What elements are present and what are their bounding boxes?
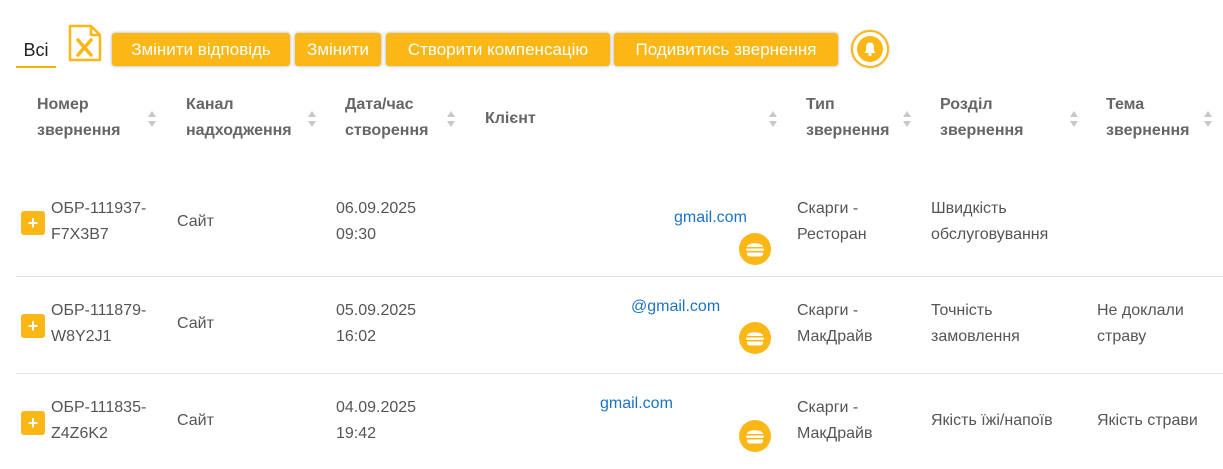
request-number: ОБР-111835- Z4Z6K2 (51, 399, 147, 442)
edit-button[interactable]: Змінити (295, 33, 381, 66)
excel-export-icon[interactable] (67, 24, 103, 62)
request-number: ОБР-111937- F7X3B7 (51, 200, 147, 243)
create-compensation-button[interactable]: Створити компенсацію (386, 33, 610, 66)
request-topic: Якість страви (1097, 412, 1198, 429)
sort-icon[interactable] (1069, 110, 1079, 128)
column-header-client[interactable]: Клієнт (485, 106, 536, 132)
request-section: Якість їжі/напоїв (931, 412, 1053, 429)
request-type: Скарги - МакДрайв (797, 399, 873, 442)
column-header-section[interactable]: Розділ звернення (940, 92, 1023, 144)
column-header-type[interactable]: Тип звернення (806, 92, 889, 144)
channel: Сайт (177, 412, 214, 429)
created-datetime: 04.09.2025 19:42 (336, 399, 417, 442)
created-datetime: 05.09.2025 16:02 (336, 302, 417, 345)
client-email[interactable]: @gmail.com (631, 297, 720, 317)
notifications-button[interactable] (851, 30, 889, 68)
row-divider (16, 373, 1223, 374)
view-request-button[interactable]: Подивитись звернення (614, 33, 838, 66)
request-number: ОБР-111879- W8Y2J1 (51, 302, 147, 345)
column-header-number[interactable]: Номер звернення (37, 92, 120, 144)
request-section: Точність замовлення (931, 302, 1020, 345)
request-topic: Не доклали страву (1097, 302, 1184, 345)
toolbar: Всі Змінити відповідь Змінити Створити к… (0, 0, 1223, 82)
created-datetime: 06.09.2025 09:30 (336, 200, 417, 243)
sort-icon[interactable] (147, 110, 157, 128)
bell-icon (857, 36, 883, 62)
burger-icon (739, 233, 771, 265)
sort-icon[interactable] (768, 110, 778, 128)
sort-icon[interactable] (1203, 110, 1213, 128)
request-section: Швидкість обслуговування (931, 200, 1049, 243)
row-divider (16, 276, 1223, 277)
client-email[interactable]: gmail.com (600, 394, 673, 414)
expand-row-button[interactable]: + (21, 314, 45, 338)
client-email[interactable]: gmail.com (674, 208, 747, 228)
expand-row-button[interactable]: + (21, 411, 45, 435)
column-header-created[interactable]: Дата/час створення (345, 92, 428, 144)
sort-icon[interactable] (307, 110, 317, 128)
expand-row-button[interactable]: + (21, 211, 45, 235)
column-header-channel[interactable]: Канал надходження (186, 92, 292, 144)
tab-all[interactable]: Всі (16, 36, 56, 68)
column-header-topic[interactable]: Тема звернення (1106, 92, 1189, 144)
request-type: Скарги - Ресторан (797, 200, 867, 243)
channel: Сайт (177, 315, 214, 332)
request-type: Скарги - МакДрайв (797, 302, 873, 345)
sort-icon[interactable] (446, 110, 456, 128)
burger-icon (739, 322, 771, 354)
channel: Сайт (177, 213, 214, 230)
burger-icon (739, 420, 771, 452)
change-answer-button[interactable]: Змінити відповідь (112, 33, 290, 66)
sort-icon[interactable] (902, 110, 912, 128)
